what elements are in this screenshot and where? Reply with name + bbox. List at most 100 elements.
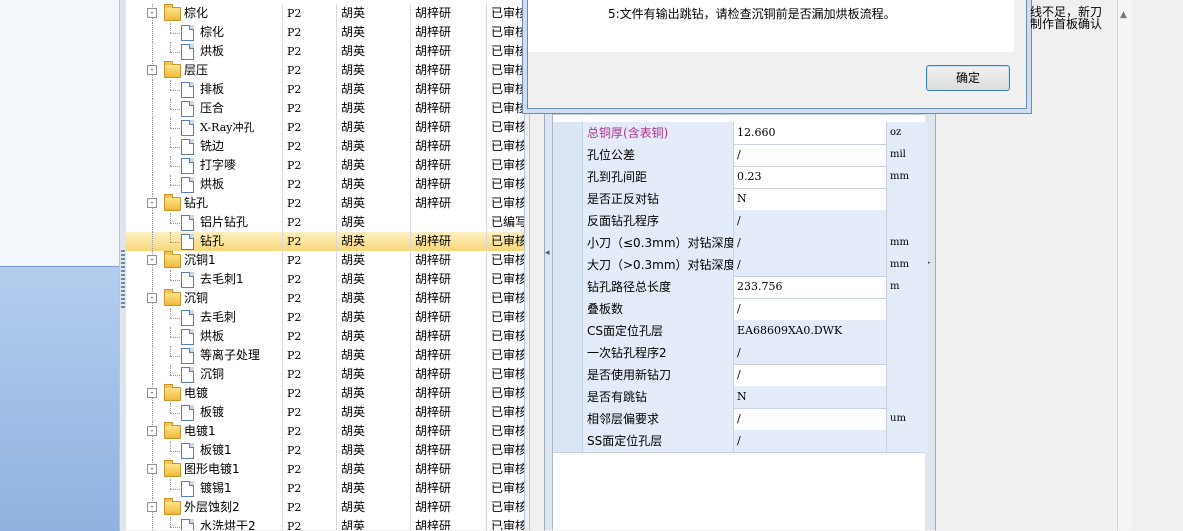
tree-folder-row[interactable]: - 电镀1 P2 胡英 胡梓研 已审核 (126, 422, 524, 441)
ok-button[interactable]: 确定 (926, 65, 1010, 91)
panel-left-arrow-icon[interactable]: ◂ (545, 248, 550, 258)
tree-node[interactable]: - 钻孔 (126, 194, 280, 213)
tree-item-row[interactable]: 沉铜 P2 胡英 胡梓研 已审核 (126, 365, 524, 384)
property-value[interactable]: / (734, 144, 887, 166)
tree-node[interactable]: 棕化 (126, 23, 280, 42)
tree-node[interactable]: X-Ray冲孔 (126, 118, 280, 137)
property-row[interactable]: 孔到孔间距 0.23 mm (553, 166, 928, 189)
property-row[interactable]: SS面定位孔层 / (553, 430, 928, 453)
tree-item-row[interactable]: 压合 P2 胡英 胡梓研 已审核 (126, 99, 524, 118)
tree-node[interactable]: 压合 (126, 99, 280, 118)
property-row[interactable]: 是否有跳钻 N (553, 386, 928, 409)
property-value[interactable]: / (734, 364, 887, 386)
collapse-icon[interactable]: - (147, 388, 157, 398)
tree-item-row[interactable]: 铣边 P2 胡英 胡梓研 已审核 (126, 137, 524, 156)
tree-node[interactable]: 烘板 (126, 42, 280, 61)
property-value[interactable]: / (734, 430, 887, 452)
tree-folder-row[interactable]: - 沉铜1 P2 胡英 胡梓研 已审核 (126, 251, 524, 270)
collapse-icon[interactable]: - (147, 255, 157, 265)
tree-node[interactable]: 烘板 (126, 175, 280, 194)
tree-node[interactable]: 等离子处理 (126, 346, 280, 365)
tree-node[interactable]: 板镀 (126, 403, 280, 422)
tree-item-row[interactable]: 板镀 P2 胡英 胡梓研 已审核 (126, 403, 524, 422)
property-row[interactable]: 相邻层偏要求 / um (553, 408, 928, 431)
property-value[interactable]: EA68609XA0.DWK (734, 320, 887, 342)
property-value[interactable]: / (734, 232, 887, 254)
property-row[interactable]: 叠板数 / (553, 298, 928, 321)
property-row[interactable]: 一次钻孔程序2/ (553, 342, 928, 365)
property-row[interactable]: 是否正反对钻 N (553, 188, 928, 211)
property-value[interactable]: 233.756 (734, 276, 887, 298)
property-row[interactable]: 反面钻孔程序 / (553, 210, 928, 233)
tree-item-row[interactable]: X-Ray冲孔 P2 胡英 胡梓研 已审核 (126, 118, 524, 137)
property-value[interactable]: 12.660 (734, 122, 887, 144)
collapse-icon[interactable]: - (147, 502, 157, 512)
tree-folder-row[interactable]: - 电镀 P2 胡英 胡梓研 已审核 (126, 384, 524, 403)
tree-folder-row[interactable]: - 沉铜 P2 胡英 胡梓研 已审核 (126, 289, 524, 308)
tree-node[interactable]: 烘板 (126, 327, 280, 346)
property-value[interactable]: / (734, 298, 887, 320)
property-value[interactable]: N (734, 386, 887, 408)
collapse-icon[interactable]: - (147, 198, 157, 208)
tree-node[interactable]: 排板 (126, 80, 280, 99)
tree-node[interactable]: 铝片钻孔 (126, 213, 280, 232)
tree-folder-row[interactable]: - 棕化 P2 胡英 胡梓研 已审核 (126, 4, 524, 23)
property-value[interactable]: / (734, 210, 887, 232)
property-row[interactable]: 小刀（≤0.3mm）对钻深度 / mm (553, 232, 928, 255)
property-row[interactable]: 是否使用新钻刀 / (553, 364, 928, 387)
tree-node[interactable]: - 图形电镀1 (126, 460, 280, 479)
tree-item-row[interactable]: 排板 P2 胡英 胡梓研 已审核 (126, 80, 524, 99)
right-scrollbar[interactable]: ▲ (1117, 0, 1132, 530)
tree-folder-row[interactable]: - 层压 P2 胡英 胡梓研 已审核 (126, 61, 524, 80)
tree-item-row[interactable]: 烘板 P2 胡英 胡梓研 已审核 (126, 42, 524, 61)
tree-node[interactable]: - 沉铜1 (126, 251, 280, 270)
property-row[interactable]: 孔位公差 / mil (553, 144, 928, 167)
tree-item-row[interactable]: 板镀1 P2 胡英 胡梓研 已审核 (126, 441, 524, 460)
property-value[interactable]: / (734, 408, 887, 430)
tree-node[interactable]: 水洗烘干2 (126, 517, 280, 530)
tree-node[interactable]: 铣边 (126, 137, 280, 156)
tree-node[interactable]: 沉铜 (126, 365, 280, 384)
tree-node[interactable]: - 电镀 (126, 384, 280, 403)
property-row[interactable]: 钻孔路径总长度 233.756 m (553, 276, 928, 299)
tree-item-row[interactable]: 等离子处理 P2 胡英 胡梓研 已审核 (126, 346, 524, 365)
property-row[interactable]: CS面定位孔层 EA68609XA0.DWK (553, 320, 928, 343)
collapse-icon[interactable]: - (147, 8, 157, 18)
property-value[interactable]: / (734, 254, 887, 276)
collapse-icon[interactable]: - (147, 293, 157, 303)
collapse-icon[interactable]: - (147, 65, 157, 75)
tree-item-row[interactable]: 打字嘜 P2 胡英 胡梓研 已审核 (126, 156, 524, 175)
tree-node[interactable]: 打字嘜 (126, 156, 280, 175)
property-row[interactable]: 大刀（>0.3mm）对钻深度 / mm (553, 254, 928, 277)
tree-item-row[interactable]: 烘板 P2 胡英 胡梓研 已审核 (126, 175, 524, 194)
tree-item-row[interactable]: 水洗烘干2 P2 胡英 胡梓研 已审核 (126, 517, 524, 530)
property-value[interactable]: 0.23 (734, 166, 887, 188)
tree-item-row[interactable]: 去毛刺 P2 胡英 胡梓研 已审核 (126, 308, 524, 327)
tree-item-row[interactable]: 铝片钻孔 P2 胡英 已编写 (126, 213, 524, 232)
tree-node[interactable]: 镀锡1 (126, 479, 280, 498)
tree-item-row[interactable]: 镀锡1 P2 胡英 胡梓研 已审核 (126, 479, 524, 498)
tree-folder-row[interactable]: - 外层蚀刻2 P2 胡英 胡梓研 已审核 (126, 498, 524, 517)
tree-node[interactable]: - 棕化 (126, 4, 280, 23)
tree-node[interactable]: 去毛刺1 (126, 270, 280, 289)
tree-node[interactable]: - 外层蚀刻2 (126, 498, 280, 517)
tree-item-row[interactable]: 烘板 P2 胡英 胡梓研 已审核 (126, 327, 524, 346)
tree-node[interactable]: - 层压 (126, 61, 280, 80)
collapse-icon[interactable]: - (147, 464, 157, 474)
tree-node[interactable]: 钻孔 (126, 232, 280, 251)
tree-node[interactable]: 去毛刺 (126, 308, 280, 327)
tree-node[interactable]: - 沉铜 (126, 289, 280, 308)
tree-folder-row[interactable]: - 钻孔 P2 胡英 胡梓研 已审核 (126, 194, 524, 213)
tree-item-row[interactable]: 棕化 P2 胡英 胡梓研 已审核 (126, 23, 524, 42)
tree-folder-row[interactable]: - 图形电镀1 P2 胡英 胡梓研 已审核 (126, 460, 524, 479)
property-row[interactable]: 总铜厚(含表铜) 12.660 oz (553, 122, 928, 145)
splitter-grip[interactable] (121, 250, 125, 310)
tree-item-row[interactable]: 钻孔 P2 胡英 胡梓研 已审核 (126, 232, 524, 251)
property-value[interactable]: N (734, 188, 887, 210)
tree-node[interactable]: 板镀1 (126, 441, 280, 460)
tree-node[interactable]: - 电镀1 (126, 422, 280, 441)
collapse-icon[interactable]: - (147, 426, 157, 436)
tree-item-row[interactable]: 去毛刺1 P2 胡英 胡梓研 已审核 (126, 270, 524, 289)
scroll-up-arrow-icon[interactable]: ▲ (1120, 10, 1127, 20)
property-value[interactable]: / (734, 342, 887, 364)
